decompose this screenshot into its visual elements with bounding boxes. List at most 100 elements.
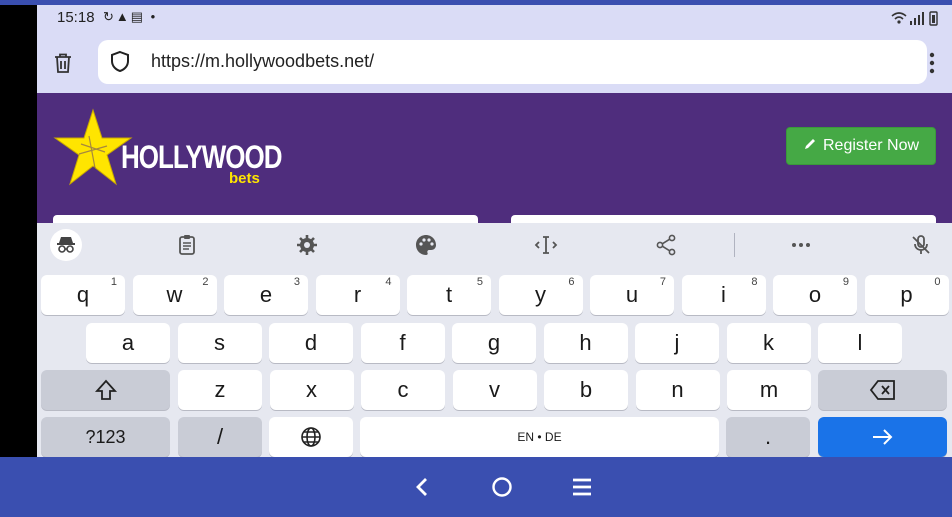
key-label: l [857,330,863,355]
home-icon[interactable] [488,473,516,501]
key-l[interactable]: l [818,323,902,363]
register-now-label: Register Now [822,137,920,154]
key-c[interactable]: c [361,370,445,410]
key-label: s [214,330,225,355]
key-p[interactable]: p0 [864,275,949,315]
palette-icon[interactable] [410,229,442,261]
key-label: v [489,377,500,402]
key-label: i [721,282,726,307]
key-label: y [535,282,546,307]
backspace-key[interactable] [818,370,947,410]
key-m[interactable]: m [727,370,811,410]
recents-menu-icon[interactable] [568,473,596,501]
key-k[interactable]: k [726,323,811,363]
url-field[interactable]: https://m.hollywoodbets.net/ [98,40,927,84]
register-now-button[interactable]: Register Now [786,127,936,165]
hollywoodbets-logo[interactable]: HOLLYWOOD bets [51,108,291,188]
key-label: w [166,282,183,307]
key-y[interactable]: y6 [498,275,583,315]
key-label: q [76,282,90,307]
key-label: e [259,282,273,307]
key-r[interactable]: r4 [315,275,400,315]
key-g[interactable]: g [452,323,536,363]
shift-key[interactable] [41,370,170,410]
key-a[interactable]: a [86,323,170,363]
share-icon[interactable] [650,229,682,261]
key-label: a [121,330,135,355]
symbols-key[interactable]: ?123 [41,417,170,457]
key-b[interactable]: b [544,370,628,410]
key-number-hint: 4 [385,276,392,288]
key-label: c [397,377,409,402]
key-h[interactable]: h [543,323,628,363]
browser-toolbar: https://m.hollywoodbets.net/ [37,33,952,93]
wifi-signal-battery-icon [891,11,938,26]
incognito-icon[interactable] [50,229,82,261]
key-label: u [625,282,639,307]
key-s[interactable]: s [177,323,262,363]
hollywoodbets-header: HOLLYWOOD bets Register Now [37,93,952,227]
toolbar-divider [734,233,735,257]
key-number-hint: 9 [842,276,849,288]
key-label: k [763,330,774,355]
key-e[interactable]: e3 [224,275,308,315]
arrow-right-icon [872,429,892,445]
key-n[interactable]: n [635,370,720,410]
key-label: h [579,330,592,355]
key-label: x [306,377,317,402]
menu-kebab-icon[interactable] [925,49,939,77]
logo-subtext: bets [229,170,260,187]
key-label: d [304,330,318,355]
notification-icons: ↻▲▤ • [103,9,158,24]
language-key[interactable] [269,417,353,457]
key-w[interactable]: w2 [132,275,217,315]
key-label: r [353,282,362,307]
key-label: p [900,282,913,307]
enter-key[interactable] [818,417,947,457]
globe-icon [301,427,321,447]
back-icon[interactable] [408,473,436,501]
key-t[interactable]: t5 [407,275,491,315]
key-z[interactable]: z [178,370,262,410]
key-label: m [759,377,779,402]
key-label: n [671,377,684,402]
key-x[interactable]: x [269,370,354,410]
key-o[interactable]: o9 [773,275,857,315]
key-number-hint: 6 [568,276,575,288]
key-number-hint: 8 [751,276,758,288]
key-j[interactable]: j [635,323,719,363]
backspace-icon [869,380,895,400]
key-v[interactable]: v [452,370,537,410]
key-number-hint: 7 [659,276,666,288]
shift-icon [94,379,117,400]
key-f[interactable]: f [360,323,445,363]
system-navigation-bar [0,457,952,517]
mic-off-icon[interactable] [905,229,937,261]
pencil-icon [803,137,817,156]
left-black-bar [0,5,37,457]
key-number-hint: 2 [202,276,209,288]
slash-key[interactable]: / [178,417,262,457]
settings-icon[interactable] [291,229,323,261]
period-key[interactable]: . [726,417,810,457]
key-number-hint: 0 [934,276,941,288]
key-number-hint: 1 [110,276,117,288]
key-label: g [487,330,501,355]
key-i[interactable]: i8 [681,275,766,315]
trash-icon[interactable] [51,51,75,75]
status-bar: 15:18 ↻▲▤ • [37,5,952,33]
on-screen-keyboard: ?123 / EN • DE . q1w2e3r4t5y6u7i8o9p0asd… [37,223,952,457]
key-q[interactable]: q1 [41,275,125,315]
key-d[interactable]: d [269,323,353,363]
shield-icon[interactable] [108,50,132,74]
key-label: b [579,377,593,402]
signal-battery-icons [890,10,942,29]
key-label: z [214,377,226,402]
more-icon[interactable] [785,229,817,261]
text-cursor-icon[interactable] [530,229,562,261]
key-u[interactable]: u7 [590,275,674,315]
key-label: f [399,330,406,355]
keyboard-toolbar [37,223,952,267]
clipboard-icon[interactable] [171,229,203,261]
space-bar[interactable]: EN • DE [360,417,719,457]
